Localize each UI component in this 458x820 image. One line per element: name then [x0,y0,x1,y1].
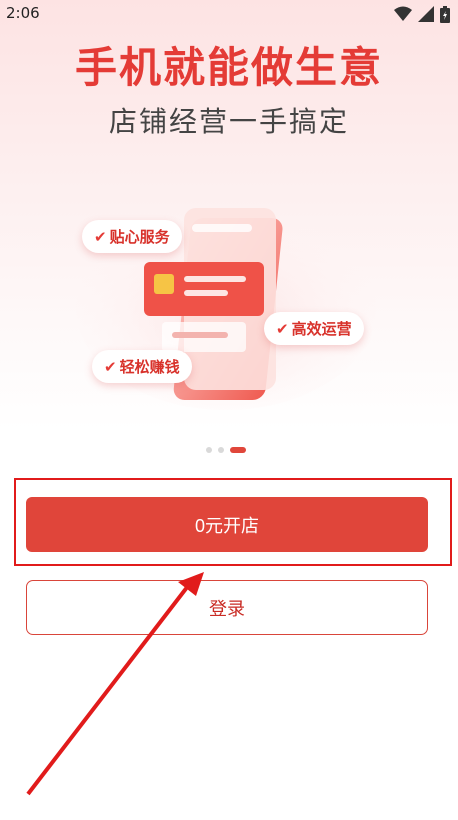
page-dot [206,447,212,453]
login-button[interactable]: 登录 [26,580,428,635]
page-indicator [206,447,246,453]
system-icons [394,5,450,23]
feature-label: 高效运营 [291,320,352,338]
status-time: 2:06 [6,4,40,22]
feature-label: 贴心服务 [109,228,170,246]
feature-tag-earnings: ✔ 轻松赚钱 [92,350,192,383]
page-dot-active [230,447,246,453]
check-icon: ✔ [104,358,117,376]
hero-subtitle: 店铺经营一手搞定 [108,105,349,138]
feature-label: 轻松赚钱 [119,358,180,376]
hero-title: 手机就能做生意 [74,43,383,92]
status-bar: 2:06 [0,0,458,28]
feature-tag-service: ✔ 贴心服务 [82,220,182,253]
wifi-icon [394,6,412,21]
check-icon: ✔ [276,320,289,338]
battery-icon [440,5,450,23]
check-icon: ✔ [94,228,107,246]
page-dot [218,447,224,453]
open-store-button[interactable]: 0元开店 [26,497,428,552]
hero-illustration: ✔ 贴心服务 ✔ 高效运营 ✔ 轻松赚钱 [76,196,382,412]
signal-icon [418,6,434,22]
feature-tag-operations: ✔ 高效运营 [264,312,364,345]
